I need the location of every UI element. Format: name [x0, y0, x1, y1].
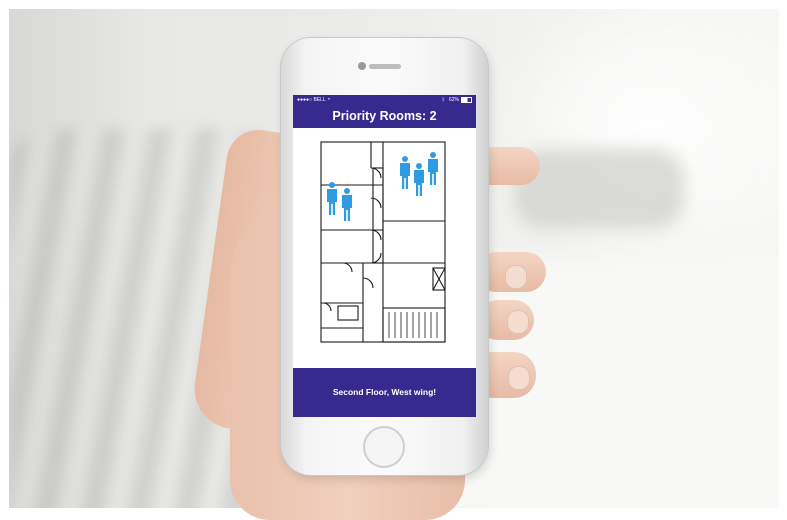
status-bar: ●●●●○ BELL◔ ᛒ 62% — [293, 95, 476, 105]
front-camera — [358, 62, 366, 70]
floor-plan[interactable] — [313, 138, 451, 348]
fingernail — [508, 366, 530, 390]
door-arc — [342, 262, 353, 273]
stairwell — [382, 307, 446, 343]
person-icon — [327, 182, 337, 215]
corridor — [372, 167, 384, 264]
battery-icon — [461, 96, 472, 103]
utility-room — [337, 305, 359, 321]
wifi-icon: ◔ — [326, 97, 331, 103]
person-icon — [342, 188, 352, 221]
bluetooth-icon: ᛒ — [441, 97, 445, 103]
home-button[interactable] — [363, 426, 405, 468]
smartphone: ●●●●○ BELL◔ ᛒ 62% Priority Rooms: 2 Seco… — [281, 38, 488, 475]
earpiece-speaker — [369, 64, 401, 69]
person-icon — [414, 163, 424, 196]
fingernail — [507, 310, 529, 334]
phone-screen: ●●●●○ BELL◔ ᛒ 62% Priority Rooms: 2 Seco… — [293, 95, 476, 417]
fingernail — [505, 265, 527, 289]
battery-percent: 62% — [448, 97, 459, 103]
location-message: Second Floor, West wing! — [332, 387, 437, 397]
person-icon — [400, 156, 410, 189]
door-arc — [362, 277, 374, 289]
app-title-bar: Priority Rooms: 2 — [293, 105, 476, 128]
person-icon — [428, 152, 438, 185]
page-title: Priority Rooms: 2 — [332, 109, 437, 123]
carrier-label: ●●●●○ BELL — [297, 97, 326, 103]
door-arc — [322, 302, 332, 312]
alert-footer: Second Floor, West wing! — [293, 368, 476, 417]
